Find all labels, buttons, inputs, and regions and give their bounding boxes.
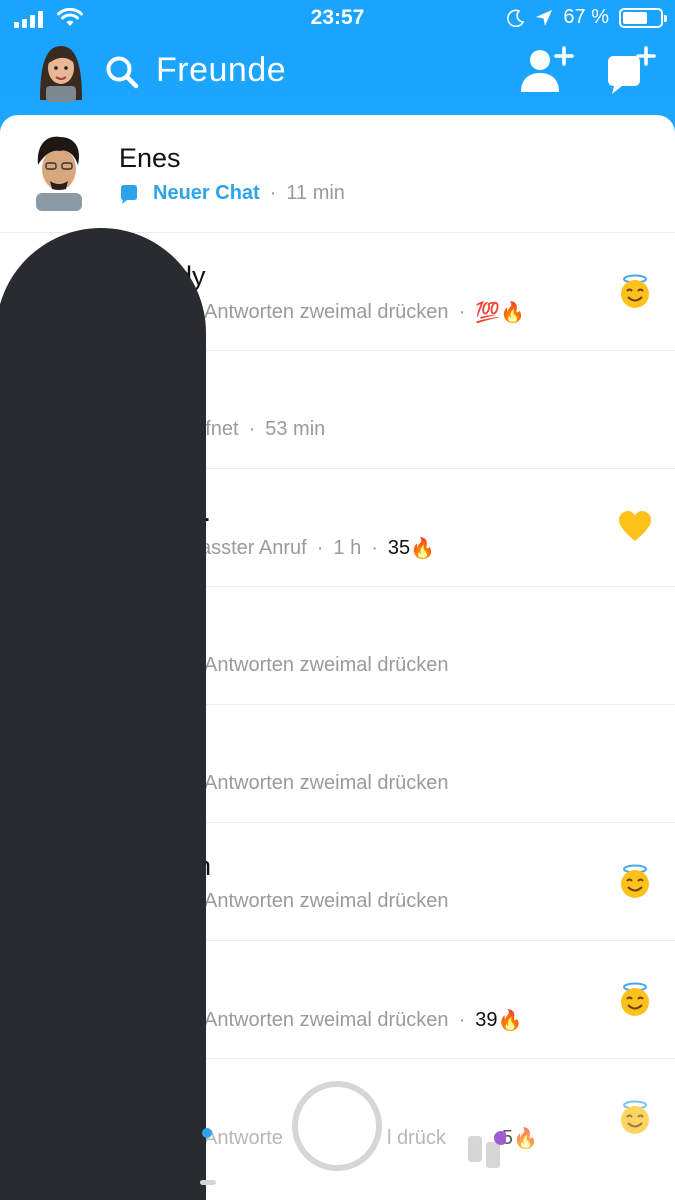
friend-avatar-bitmoji[interactable] — [26, 131, 92, 211]
separator-dot: · — [458, 301, 466, 323]
chat-status-tail: l drück — [386, 1127, 446, 1149]
moon-icon — [507, 9, 525, 27]
chat-status-line: Antworten zweimal drücken — [204, 890, 449, 913]
streak-count: 39 — [475, 1009, 498, 1031]
fire-emoji-icon: 🔥 — [512, 1128, 538, 1150]
yellow-heart-emoji-icon — [619, 511, 651, 541]
chat-status: Antworten zweimal drücken — [204, 890, 449, 912]
chat-time: 11 min — [286, 182, 345, 204]
redaction-overlay — [0, 228, 206, 1200]
battery-percent: 67 % — [563, 6, 609, 28]
chat-status-line: Antworten zweimal drücken · 39 🔥 — [204, 1008, 522, 1033]
notification-dot — [202, 1128, 212, 1138]
streak-emoji: 💯🔥 — [475, 302, 526, 324]
status-bar: 23:57 67 % — [0, 0, 675, 38]
battery-icon — [619, 7, 667, 28]
search-icon[interactable] — [104, 54, 140, 90]
chat-status-line: Antworten zweimal drücken — [204, 772, 449, 795]
friend-name: Enes — [119, 143, 181, 173]
separator-dot: · — [371, 537, 378, 559]
add-friend-icon[interactable] — [518, 46, 574, 96]
streak-count: 35 — [387, 537, 411, 559]
chat-status-line: asster Anruf · 1 h · 35 🔥 — [200, 536, 435, 561]
halo-smile-emoji-icon — [621, 864, 649, 898]
halo-smile-emoji-icon — [621, 982, 649, 1016]
top-header: Freunde — [0, 38, 675, 118]
chat-status: Antworten zweimal drücken — [204, 772, 449, 794]
chat-status-line: Antworten zweimal drücken · 💯🔥 — [204, 300, 525, 325]
new-chat-icon[interactable] — [604, 46, 656, 96]
halo-smile-emoji-icon — [621, 274, 649, 308]
status-bar-right: 67 % — [507, 6, 667, 29]
chat-status-line: Neuer Chat · 11 min — [119, 182, 345, 205]
chat-status: asster Anruf — [200, 537, 307, 559]
chat-status: Antworten zweimal drücken — [204, 1009, 449, 1031]
profile-avatar-bitmoji[interactable] — [32, 40, 90, 104]
camera-capture-button[interactable] — [292, 1081, 382, 1171]
separator-dot: · — [316, 537, 324, 559]
location-arrow-icon — [536, 9, 553, 26]
battery-fill — [623, 11, 647, 24]
fire-emoji-icon: 🔥 — [410, 538, 436, 560]
chat-bubble-icon — [121, 184, 137, 204]
chat-status: Neuer Chat — [153, 182, 260, 204]
halo-smile-emoji-icon — [621, 1100, 649, 1134]
chat-status: Antworte — [204, 1127, 283, 1149]
chat-status: Antworten zweimal drücken — [204, 301, 449, 323]
nav-indicator — [200, 1180, 216, 1185]
chat-status: Antworten zweimal drücken — [204, 654, 449, 676]
discover-icon[interactable] — [466, 1130, 506, 1170]
chat-status-line: Antworten zweimal drücken — [204, 654, 449, 677]
chat-status-line: ffnet · 53 min — [200, 418, 325, 441]
separator-dot: · — [458, 1009, 466, 1031]
page-title[interactable]: Freunde — [156, 51, 286, 90]
chat-row-enes[interactable]: Enes Neuer Chat · 11 min — [0, 115, 675, 233]
separator-dot: · — [269, 182, 277, 204]
chat-time: 53 min — [265, 418, 326, 440]
separator-dot: · — [248, 418, 256, 440]
chat-time: 1 h — [333, 537, 362, 559]
fire-emoji-icon: 🔥 — [497, 1010, 523, 1032]
